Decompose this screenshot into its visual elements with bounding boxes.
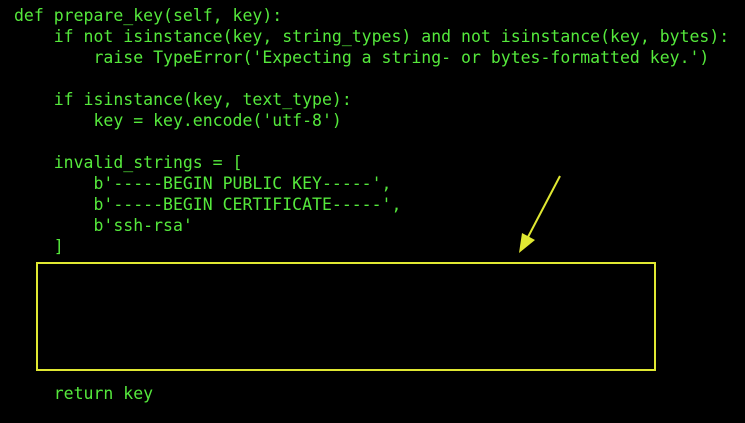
- code-line-key-encode: key = key.encode('utf-8'): [14, 111, 342, 130]
- highlight-box: [36, 262, 656, 371]
- terminal-screen: def prepare_key(self, key): if not isins…: [0, 0, 745, 423]
- code-line-if-isinstance: if isinstance(key, text_type):: [14, 90, 352, 109]
- code-line-if-not-isinstance: if not isinstance(key, string_types) and…: [14, 27, 730, 46]
- code-line-ssh-rsa: b'ssh-rsa': [14, 216, 193, 235]
- code-line-begin-public-key: b'-----BEGIN PUBLIC KEY-----',: [14, 174, 392, 193]
- code-line-return-key: return key: [14, 384, 154, 403]
- code-line-raise-typeerror: raise TypeError('Expecting a string- or …: [14, 48, 710, 67]
- code-line-begin-certificate: b'-----BEGIN CERTIFICATE-----',: [14, 195, 402, 214]
- code-line-close-bracket: ]: [14, 237, 64, 256]
- code-line-def: def prepare_key(self, key):: [14, 6, 283, 25]
- code-line-invalid-strings: invalid_strings = [: [14, 153, 243, 172]
